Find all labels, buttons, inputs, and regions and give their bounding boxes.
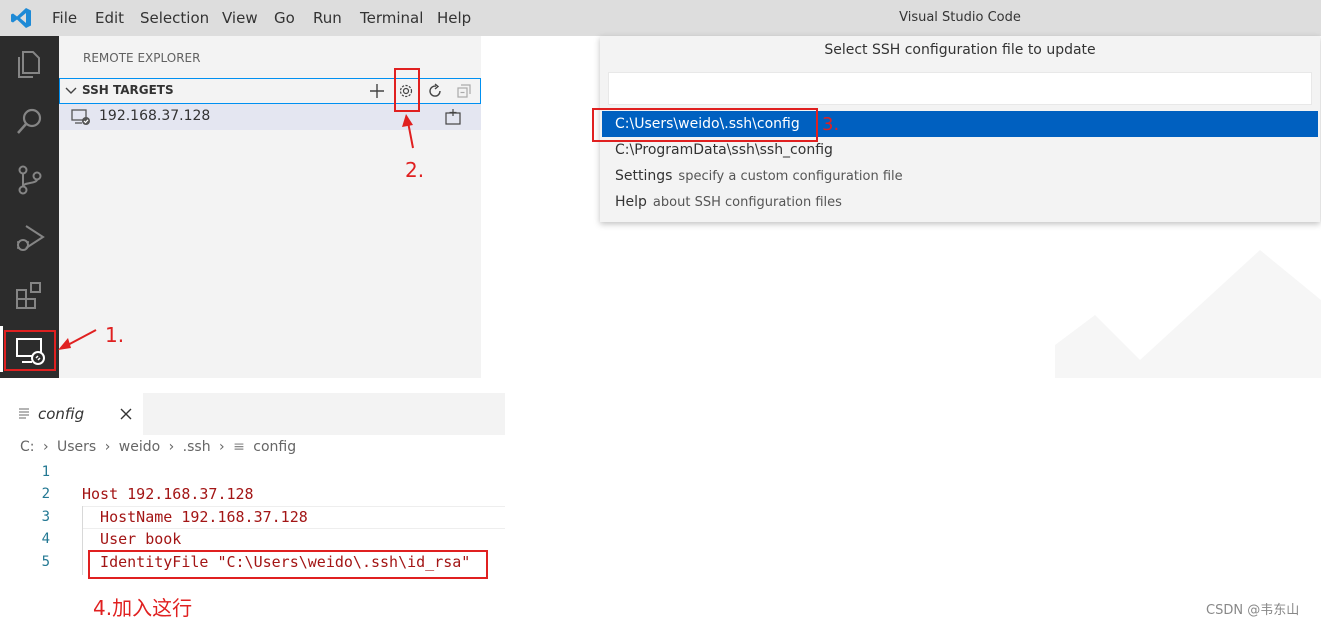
breadcrumb-item[interactable]: .ssh	[183, 439, 211, 455]
code-line: HostName 192.168.37.128	[82, 508, 308, 526]
close-icon[interactable]	[119, 407, 133, 421]
line-number: 1	[41, 464, 50, 480]
chevron-right-icon: ›	[42, 439, 49, 455]
editor-tab-label: config	[38, 405, 85, 423]
quick-pick-item-label: Help	[615, 194, 647, 210]
chevron-right-icon: ›	[219, 439, 225, 455]
line-number: 3	[41, 509, 50, 525]
file-lines-icon: ≡	[233, 439, 245, 455]
annotation-label-1: 1.	[105, 323, 125, 347]
annotation-label-3: 3.	[822, 114, 840, 135]
breadcrumb-item[interactable]: weido	[119, 439, 160, 455]
quick-pick-item-label: Settings	[615, 168, 673, 184]
annotation-label-2: 2.	[405, 158, 425, 182]
code-line: User book	[82, 530, 182, 548]
annotation-box-3	[592, 108, 818, 142]
quick-pick-title: Select SSH configuration file to update	[824, 42, 1096, 58]
editor-tab-config[interactable]: config	[0, 393, 143, 435]
code-line: Host 192.168.37.128	[82, 485, 254, 503]
line-number: 4	[41, 531, 50, 547]
watermark-text: CSDN @韦东山	[1206, 603, 1300, 618]
quick-pick-item[interactable]: Settings specify a custom configuration f…	[602, 163, 1318, 189]
editor-tab-bar: config	[0, 393, 505, 435]
quick-pick-item-description: specify a custom configuration file	[678, 169, 903, 184]
line-number: 2	[41, 486, 50, 502]
annotation-box-4	[88, 550, 488, 579]
annotation-label-4: 4.加入这行	[93, 596, 193, 620]
watermark-logo-icon	[1055, 250, 1321, 378]
chevron-right-icon: ›	[104, 439, 111, 455]
line-number: 5	[41, 554, 50, 570]
quick-pick-item[interactable]: Help about SSH configuration files	[602, 189, 1318, 215]
breadcrumb: C: › Users › weido › .ssh › ≡ config	[20, 439, 296, 455]
quick-pick-input[interactable]	[608, 72, 1312, 105]
quick-pick-item-label: C:\ProgramData\ssh\ssh_config	[615, 142, 833, 158]
breadcrumb-item[interactable]: Users	[57, 439, 96, 455]
file-lines-icon	[19, 408, 29, 419]
breadcrumb-item[interactable]: config	[253, 439, 296, 455]
breadcrumb-item[interactable]: C:	[20, 439, 35, 455]
quick-pick-item-description: about SSH configuration files	[652, 195, 842, 210]
chevron-right-icon: ›	[168, 439, 175, 455]
